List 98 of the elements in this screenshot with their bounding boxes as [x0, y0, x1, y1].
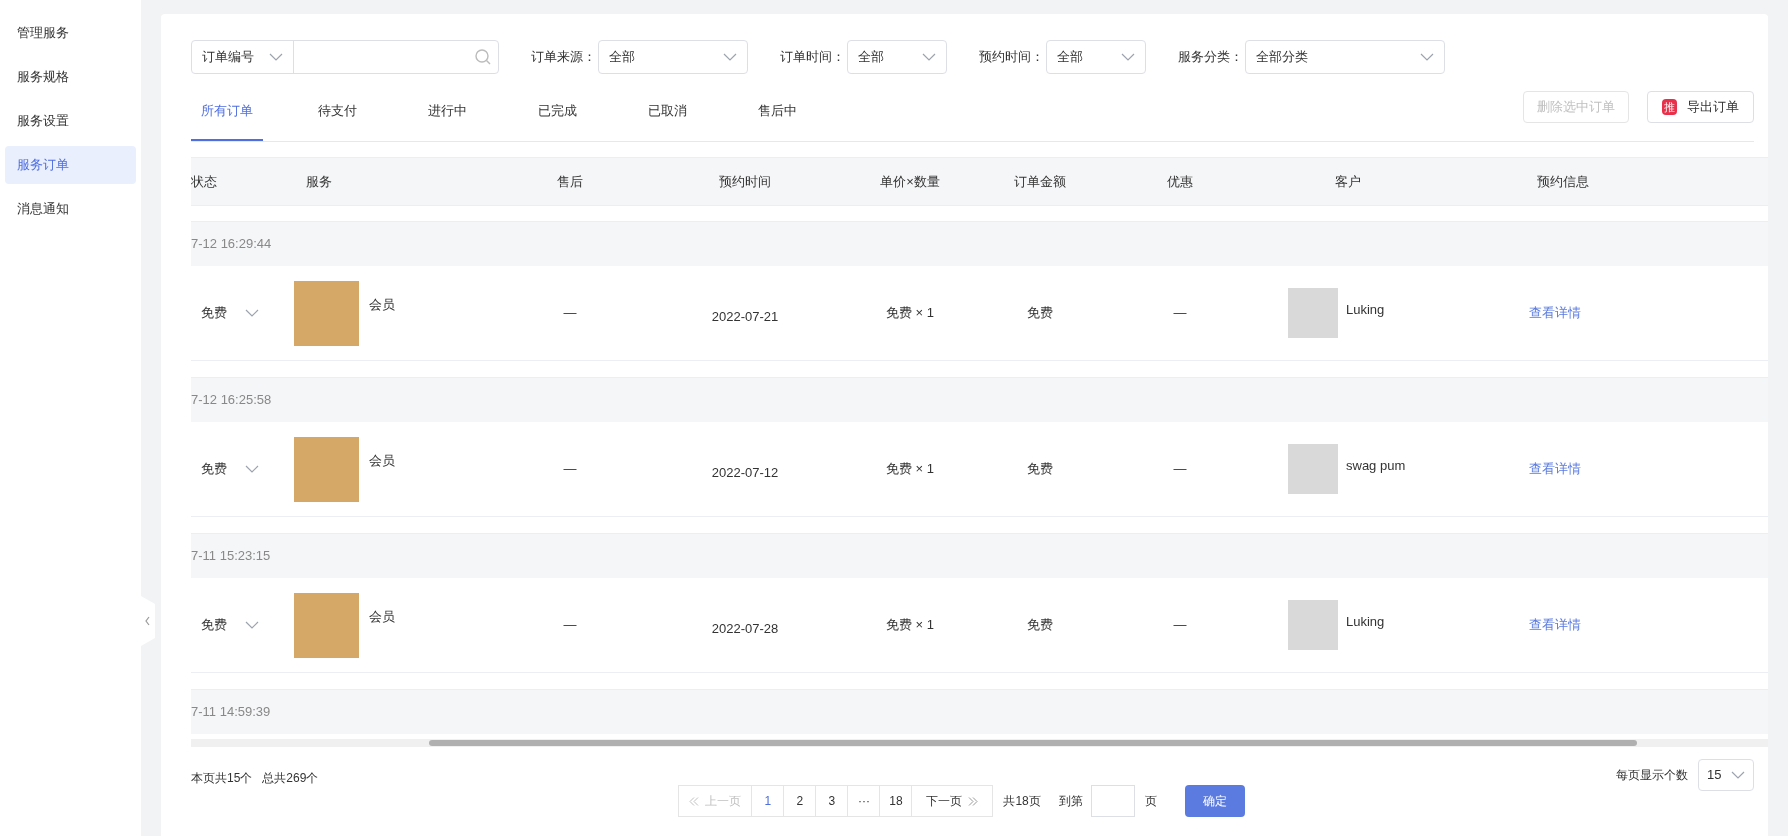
- chevron-down-icon: [245, 309, 259, 317]
- next-page-button[interactable]: 下一页: [912, 785, 994, 817]
- double-left-chevron-icon: [689, 796, 700, 806]
- chevron-down-icon: [1420, 53, 1434, 61]
- collapse-handle-icon[interactable]: [141, 596, 155, 646]
- chevron-down-icon: [245, 621, 259, 629]
- page-count-text: 本页共15个: [191, 770, 253, 787]
- export-orders-button[interactable]: 推 导出订单: [1647, 91, 1754, 123]
- page-button[interactable]: 2: [784, 785, 817, 817]
- order-tab[interactable]: 已取消: [631, 83, 703, 141]
- column-header: 客户: [1334, 173, 1361, 189]
- view-details-link[interactable]: 查看详情: [1529, 617, 1581, 633]
- discount-cell: —: [1173, 461, 1187, 477]
- order-amount: 免费: [1027, 461, 1053, 477]
- photo-placeholder: [294, 592, 359, 658]
- sidebar-item[interactable]: 服务订单: [5, 146, 136, 184]
- search-type-select[interactable]: 订单编号: [192, 41, 294, 73]
- avatar-placeholder: [1288, 600, 1338, 650]
- confirm-button[interactable]: 确定: [1184, 785, 1245, 817]
- search-icon[interactable]: [474, 48, 492, 66]
- double-right-chevron-icon: [968, 796, 979, 806]
- order-time: 7-12 16:25:58: [191, 391, 272, 410]
- order-time: 7-12 16:29:44: [191, 235, 272, 254]
- sidebar-item[interactable]: 消息通知: [5, 190, 136, 228]
- column-header: 预约时间: [719, 173, 771, 189]
- filter-label: 服务分类：: [1178, 48, 1243, 67]
- after-sale-cell: —: [563, 461, 577, 477]
- photo-placeholder: [294, 280, 359, 346]
- column-header: 优惠: [1167, 173, 1193, 189]
- order-tab[interactable]: 进行中: [411, 83, 483, 141]
- sidebar-item[interactable]: 服务规格: [5, 58, 136, 96]
- page-button[interactable]: 18: [880, 785, 913, 817]
- chevron-down-icon: [269, 53, 283, 61]
- column-header: 状态: [191, 173, 217, 189]
- chevron-down-icon: [922, 53, 936, 61]
- filter-select[interactable]: 全部: [1046, 40, 1146, 74]
- sidebar-item[interactable]: 服务设置: [5, 102, 136, 140]
- avatar-placeholder: [1288, 444, 1338, 494]
- filter-label: 订单时间：: [780, 48, 845, 67]
- column-header: 预约信息: [1537, 173, 1589, 189]
- filter-select[interactable]: 全部: [847, 40, 947, 74]
- price-quantity: 免费 × 1: [885, 305, 934, 321]
- page-button[interactable]: 3: [816, 785, 849, 817]
- after-sale-cell: —: [563, 617, 577, 633]
- page-button[interactable]: ···: [848, 785, 881, 817]
- discount-cell: —: [1173, 617, 1187, 633]
- per-page-select[interactable]: 15: [1698, 759, 1754, 791]
- filter-select[interactable]: 全部分类: [1245, 40, 1445, 74]
- order-tab[interactable]: 待支付: [301, 83, 373, 141]
- filter-select[interactable]: 全部: [598, 40, 748, 74]
- horizontal-scrollbar[interactable]: [429, 740, 1637, 746]
- sidebar-item[interactable]: 管理服务: [5, 14, 136, 52]
- order-tab[interactable]: 已完成: [521, 83, 593, 141]
- customer-name: Luking: [1346, 301, 1385, 320]
- status-cell-text: 免费: [201, 460, 227, 479]
- service-name: 会员: [369, 296, 395, 315]
- page-suffix-text: 页: [1144, 793, 1157, 810]
- chevron-down-icon: [245, 465, 259, 473]
- column-header: 单价×数量: [880, 173, 940, 189]
- order-amount: 免费: [1027, 617, 1053, 633]
- order-tab[interactable]: 售后中: [741, 83, 813, 141]
- chevron-down-icon: [1731, 771, 1745, 779]
- recommend-badge: 推: [1662, 99, 1677, 115]
- service-name: 会员: [369, 608, 395, 627]
- chevron-down-icon: [723, 53, 737, 61]
- order-search-field[interactable]: 订单编号: [191, 40, 499, 74]
- price-quantity: 免费 × 1: [885, 617, 934, 633]
- order-time: 7-11 15:23:15: [191, 547, 271, 566]
- total-count-text: 总共269个: [262, 770, 319, 787]
- column-header: 订单金额: [1014, 173, 1066, 189]
- order-time: 7-11 14:59:39: [191, 703, 271, 722]
- customer-name: swag pum: [1346, 457, 1406, 476]
- column-header: 服务: [306, 173, 332, 189]
- price-quantity: 免费 × 1: [885, 461, 934, 477]
- appointment-date: 2022-07-12: [711, 465, 779, 481]
- goto-label: 到第: [1058, 793, 1083, 810]
- page-number-field[interactable]: [1090, 785, 1135, 817]
- order-amount: 免费: [1027, 305, 1053, 321]
- after-sale-cell: —: [563, 305, 577, 321]
- filter-label: 订单来源：: [531, 48, 596, 67]
- status-cell-text: 免费: [201, 304, 227, 323]
- view-details-link[interactable]: 查看详情: [1529, 461, 1581, 477]
- page-button[interactable]: 1: [752, 785, 785, 817]
- filter-label: 预约时间：: [979, 48, 1044, 67]
- total-pages-text: 共18页: [1003, 793, 1041, 810]
- service-name: 会员: [369, 452, 395, 471]
- per-page-label: 每页显示个数: [1616, 767, 1688, 784]
- appointment-date: 2022-07-28: [711, 621, 779, 637]
- column-header: 售后: [557, 173, 583, 189]
- order-tab[interactable]: 所有订单: [191, 83, 263, 141]
- photo-placeholder: [294, 436, 359, 502]
- view-details-link[interactable]: 查看详情: [1529, 305, 1581, 321]
- chevron-down-icon: [1121, 53, 1135, 61]
- discount-cell: —: [1173, 305, 1187, 321]
- customer-name: Luking: [1346, 613, 1385, 632]
- status-cell-text: 免费: [201, 616, 227, 635]
- appointment-date: 2022-07-21: [711, 309, 779, 325]
- avatar-placeholder: [1288, 288, 1338, 338]
